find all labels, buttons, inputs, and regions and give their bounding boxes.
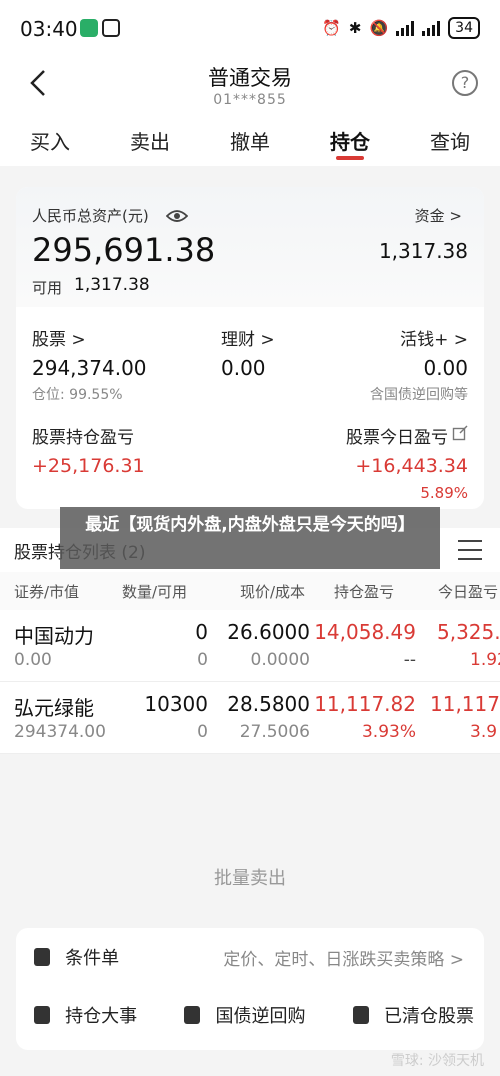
status-time: 03:40 xyxy=(20,17,78,41)
tab-query[interactable]: 查询 xyxy=(400,116,500,166)
stock-value: 294,374.00 xyxy=(32,356,147,380)
condition-order-icon xyxy=(34,948,50,966)
mute-icon: 🔕 xyxy=(369,19,389,37)
today-pl-percent: 1.92 xyxy=(470,650,500,670)
current-price: 26.6000 xyxy=(227,620,310,644)
available-label: 可用 xyxy=(32,279,63,297)
column-security[interactable]: 证券/市值 xyxy=(14,581,79,602)
holding-pl-percent: 3.93% xyxy=(361,722,416,742)
holding-pl-percent: -- xyxy=(403,650,416,670)
quantity: 10300 xyxy=(144,692,208,716)
alarm-icon: ⏰ xyxy=(322,19,341,37)
table-row[interactable]: 弘元绿能 294374.00 10300 0 28.5800 27.5006 1… xyxy=(0,682,500,754)
eye-icon[interactable] xyxy=(166,209,188,223)
cleared-stocks-label: 已清仓股票 xyxy=(384,1006,474,1027)
reverse-repo-button[interactable]: 国债逆回购 xyxy=(184,1002,306,1030)
column-price[interactable]: 现价/成本 xyxy=(240,581,305,602)
today-pl-label: 股票今日盈亏 xyxy=(346,428,448,448)
reverse-repo-icon xyxy=(184,1006,201,1024)
cleared-stocks-button[interactable]: 已清仓股票 xyxy=(352,1002,474,1030)
menu-icon[interactable] xyxy=(458,540,482,560)
cash-label: 活钱+ > xyxy=(400,330,468,350)
current-price: 28.5800 xyxy=(227,692,310,716)
signal-icon-2 xyxy=(422,20,441,36)
wealth-value: 0.00 xyxy=(221,356,266,380)
reverse-repo-label: 国债逆回购 xyxy=(215,1006,306,1027)
total-assets-label: 人民币总资产(元) xyxy=(32,207,149,225)
tools-shortcuts: 持仓大事 国债逆回购 已清仓股票 xyxy=(34,1002,474,1030)
market-value: 0.00 xyxy=(14,650,52,670)
position-ratio: 仓位: 99.55% xyxy=(32,387,123,403)
stock-name: 弘元绿能 xyxy=(14,696,94,720)
available-value: 1,317.38 xyxy=(74,275,150,295)
available-qty: 0 xyxy=(197,650,208,670)
stock-label: 股票 > xyxy=(32,330,86,350)
holding-pl-label: 股票持仓盈亏 xyxy=(32,428,134,448)
positions-column-header: 证券/市值 数量/可用 现价/成本 持仓盈亏 今日盈亏 xyxy=(0,572,500,610)
cost-price: 27.5006 xyxy=(239,722,310,742)
funds-value: 1,317.38 xyxy=(378,239,468,263)
column-today-pl[interactable]: 今日盈亏 xyxy=(438,581,498,602)
condition-order-desc[interactable]: 定价、定时、日涨跌买卖策略 > xyxy=(223,945,464,970)
cost-price: 0.0000 xyxy=(250,650,310,670)
tab-buy[interactable]: 买入 xyxy=(0,116,100,166)
market-value: 294374.00 xyxy=(14,722,106,742)
share-icon[interactable] xyxy=(452,425,468,441)
today-pl-value: +16,443.34 xyxy=(355,455,468,477)
cash-subtext: 含国债逆回购等 xyxy=(370,387,468,403)
condition-order-label: 条件单 xyxy=(65,948,120,969)
status-bar: 03:40 ⏰ ✱ 🔕 34 xyxy=(0,0,500,60)
watermark: 雪球: 沙领天机 xyxy=(390,1053,484,1069)
cash-value: 0.00 xyxy=(423,356,468,380)
bluetooth-icon: ✱ xyxy=(348,19,362,37)
position-events-icon xyxy=(34,1006,50,1024)
page-header: 普通交易 01***855 ? xyxy=(0,60,500,116)
tab-positions[interactable]: 持仓 xyxy=(300,116,400,166)
quantity: 0 xyxy=(195,620,208,644)
today-pl: 5,325.5 xyxy=(437,620,500,644)
trade-tabs: 买入 卖出 撤单 持仓 查询 xyxy=(0,116,500,166)
nfc-icon xyxy=(102,19,120,37)
today-pl: 11,117.8 xyxy=(430,692,500,716)
signal-icon xyxy=(396,20,415,36)
position-events-label: 持仓大事 xyxy=(65,1006,138,1027)
page-title: 普通交易 xyxy=(208,66,292,90)
tab-cancel-order[interactable]: 撤单 xyxy=(200,116,300,166)
funds-link[interactable]: 资金 > xyxy=(415,205,462,226)
account-number: 01***855 xyxy=(213,92,287,108)
table-row[interactable]: 中国动力 0.00 0 0 26.6000 0.0000 14,058.49 -… xyxy=(0,610,500,682)
stock-name: 中国动力 xyxy=(14,624,94,648)
wealth-cell[interactable]: 理财 > 0.00 xyxy=(221,325,275,380)
tab-sell[interactable]: 卖出 xyxy=(100,116,200,166)
status-notification-icons xyxy=(80,19,120,37)
tools-card: 条件单 定价、定时、日涨跌买卖策略 > 持仓大事 国债逆回购 已清仓股票 xyxy=(16,928,484,1050)
battery-indicator: 34 xyxy=(448,17,480,39)
batch-sell-button[interactable]: 批量卖出 xyxy=(0,864,500,890)
column-holding-pl[interactable]: 持仓盈亏 xyxy=(334,581,394,602)
holding-pl: 14,058.49 xyxy=(314,620,416,644)
available-qty: 0 xyxy=(197,722,208,742)
position-events-button[interactable]: 持仓大事 xyxy=(34,1002,137,1030)
overlay-caption: 最近【现货内外盘,内盘外盘只是今天的吗】 xyxy=(60,507,440,569)
holding-pl: 11,117.82 xyxy=(314,692,416,716)
today-pl-percent: 5.89% xyxy=(420,484,468,502)
wechat-icon xyxy=(80,19,98,37)
stock-cell[interactable]: 股票 > 294,374.00 仓位: 99.55% xyxy=(32,325,147,404)
status-indicators: ⏰ ✱ 🔕 34 xyxy=(322,17,480,39)
cash-cell[interactable]: 活钱+ > 0.00 含国债逆回购等 xyxy=(370,325,468,404)
today-pl-percent: 3.9 xyxy=(470,722,498,742)
cleared-stocks-icon xyxy=(352,1006,369,1024)
asset-summary-card: 人民币总资产(元) 295,691.38 可用 1,317.38 资金 > 1,… xyxy=(16,187,484,509)
holding-pl-value: +25,176.31 xyxy=(32,455,145,477)
help-icon[interactable]: ? xyxy=(452,70,478,96)
total-assets-value: 295,691.38 xyxy=(32,231,216,269)
column-quantity[interactable]: 数量/可用 xyxy=(122,581,187,602)
wealth-label: 理财 > xyxy=(221,330,275,350)
